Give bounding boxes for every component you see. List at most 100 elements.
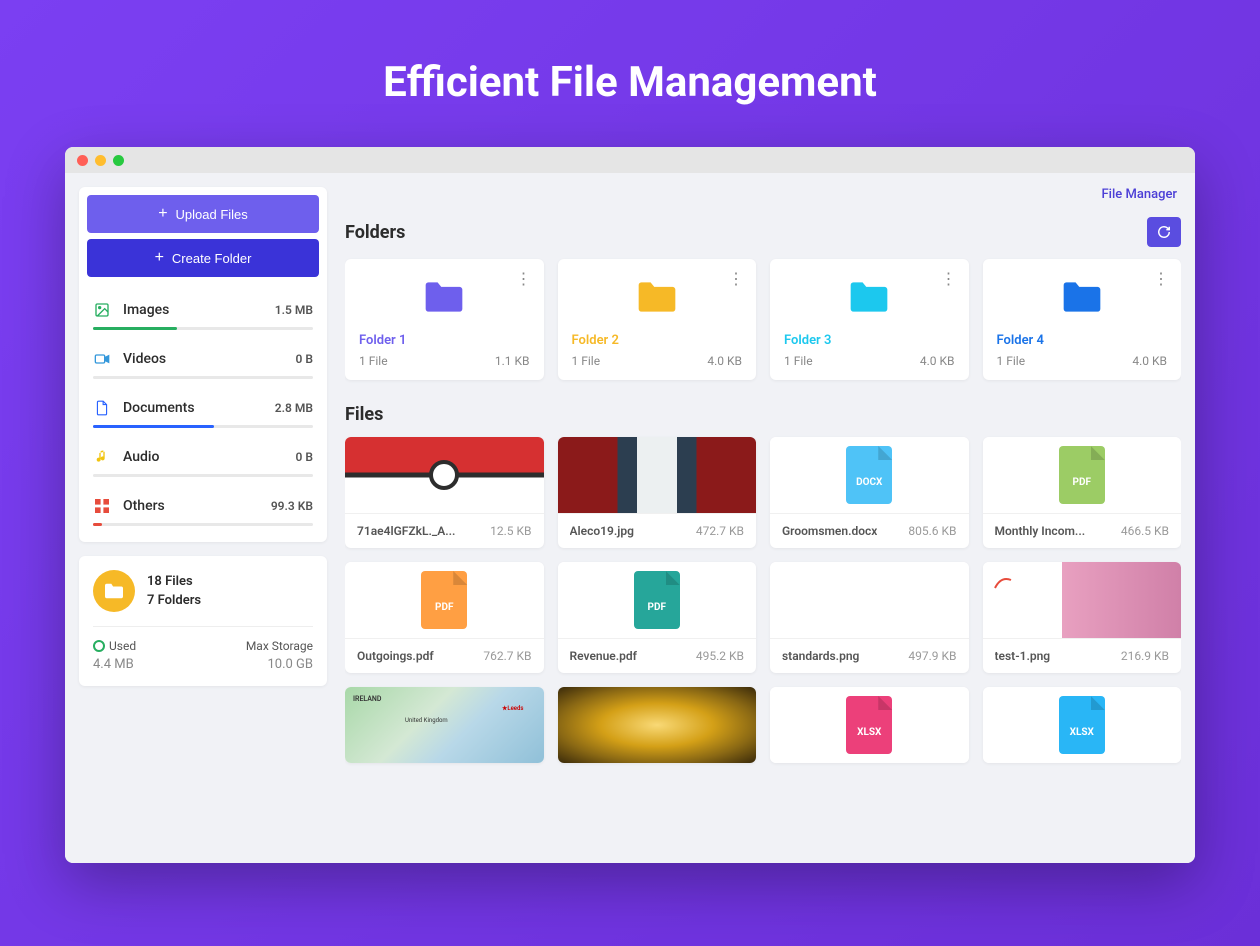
file-card[interactable]: ⋮ standards.png 497.9 KB bbox=[770, 562, 969, 673]
max-value: 10.0 GB bbox=[246, 657, 313, 672]
folders-heading: Folders bbox=[345, 222, 405, 243]
more-icon[interactable]: ⋮ bbox=[726, 269, 746, 289]
category-label: Videos bbox=[123, 351, 284, 367]
category-size: 0 B bbox=[296, 352, 313, 366]
file-size: 497.9 KB bbox=[908, 649, 956, 663]
audio-icon bbox=[93, 448, 111, 466]
file-size: 216.9 KB bbox=[1121, 649, 1169, 663]
category-label: Documents bbox=[123, 400, 263, 416]
folder-card[interactable]: ⋮ Folder 4 1 File 4.0 KB bbox=[983, 259, 1182, 380]
file-card[interactable]: ⋮ bbox=[558, 687, 757, 763]
main-content: Folders ⋮ Folder 1 1 File 1.1 KB ⋮ Folde… bbox=[345, 187, 1181, 849]
file-type-icon: XLSX bbox=[846, 696, 892, 754]
category-label: Others bbox=[123, 498, 259, 514]
image-icon bbox=[93, 301, 111, 319]
video-icon bbox=[93, 350, 111, 368]
category-bar bbox=[93, 523, 313, 526]
file-name: Groomsmen.docx bbox=[782, 524, 877, 538]
folder-card[interactable]: ⋮ Folder 1 1 File 1.1 KB bbox=[345, 259, 544, 380]
upload-files-button[interactable]: + Upload Files bbox=[87, 195, 319, 233]
files-grid: ⋮ 71ae4lGFZkL._A... 12.5 KB ⋮ Aleco19.jp… bbox=[345, 437, 1181, 763]
folder-card[interactable]: ⋮ Folder 3 1 File 4.0 KB bbox=[770, 259, 969, 380]
app-body: File Manager + Upload Files + Create Fol… bbox=[65, 173, 1195, 863]
folder-name: Folder 1 bbox=[359, 333, 530, 348]
category-size: 0 B bbox=[296, 450, 313, 464]
close-dot[interactable] bbox=[77, 155, 88, 166]
folder-icon bbox=[359, 273, 530, 333]
folder-name: Folder 3 bbox=[784, 333, 955, 348]
create-folder-button[interactable]: + Create Folder bbox=[87, 239, 319, 277]
file-name: standards.png bbox=[782, 649, 859, 663]
image-thumbnail bbox=[345, 437, 544, 513]
category-list: Images 1.5 MB Videos 0 B Documents 2.8 M… bbox=[79, 285, 327, 542]
more-icon[interactable]: ⋮ bbox=[514, 269, 534, 289]
folder-files: 1 File bbox=[997, 354, 1026, 368]
category-bar bbox=[93, 425, 313, 428]
file-name: Monthly Incom... bbox=[995, 524, 1086, 538]
category-item[interactable]: Documents 2.8 MB bbox=[79, 387, 327, 436]
more-icon[interactable]: ⋮ bbox=[1151, 269, 1171, 289]
refresh-button[interactable] bbox=[1147, 217, 1181, 247]
total-folders: 7 Folders bbox=[147, 593, 201, 608]
file-name: test-1.png bbox=[995, 649, 1051, 663]
image-thumbnail bbox=[558, 437, 757, 513]
folder-files: 1 File bbox=[784, 354, 813, 368]
grid-icon bbox=[93, 497, 111, 515]
file-card[interactable]: ⋮ PDF Revenue.pdf 495.2 KB bbox=[558, 562, 757, 673]
category-bar bbox=[93, 327, 313, 330]
category-size: 99.3 KB bbox=[271, 499, 313, 513]
file-card[interactable]: ⋮ test-1.png 216.9 KB bbox=[983, 562, 1182, 673]
file-name: Outgoings.pdf bbox=[357, 649, 434, 663]
file-card[interactable]: ⋮ DOCX Groomsmen.docx 805.6 KB bbox=[770, 437, 969, 548]
used-label: Used bbox=[93, 639, 136, 653]
file-size: 12.5 KB bbox=[490, 524, 531, 538]
folder-icon bbox=[572, 273, 743, 333]
folder-name: Folder 2 bbox=[572, 333, 743, 348]
files-heading: Files bbox=[345, 404, 383, 425]
folder-icon bbox=[997, 273, 1168, 333]
category-size: 2.8 MB bbox=[275, 401, 313, 415]
file-name: Revenue.pdf bbox=[570, 649, 637, 663]
folder-size: 4.0 KB bbox=[1132, 354, 1167, 368]
category-item[interactable]: Videos 0 B bbox=[79, 338, 327, 387]
file-card[interactable]: ⋮ XLSX bbox=[770, 687, 969, 763]
plus-icon: + bbox=[155, 249, 164, 267]
folder-summary-icon bbox=[93, 570, 135, 612]
file-size: 762.7 KB bbox=[483, 649, 531, 663]
breadcrumb[interactable]: File Manager bbox=[1101, 187, 1177, 202]
document-icon bbox=[93, 399, 111, 417]
file-type-icon: PDF bbox=[421, 571, 467, 629]
category-item[interactable]: Audio 0 B bbox=[79, 436, 327, 485]
category-item[interactable]: Images 1.5 MB bbox=[79, 289, 327, 338]
folder-card[interactable]: ⋮ Folder 2 1 File 4.0 KB bbox=[558, 259, 757, 380]
category-bar bbox=[93, 376, 313, 379]
max-label: Max Storage bbox=[246, 639, 313, 653]
folder-files: 1 File bbox=[359, 354, 388, 368]
minimize-dot[interactable] bbox=[95, 155, 106, 166]
file-card[interactable]: ⋮ XLSX bbox=[983, 687, 1182, 763]
category-size: 1.5 MB bbox=[275, 303, 313, 317]
file-card[interactable]: ⋮ IRELANDUnited Kingdom★Leeds bbox=[345, 687, 544, 763]
file-card[interactable]: ⋮ PDF Monthly Incom... 466.5 KB bbox=[983, 437, 1182, 548]
folder-icon bbox=[784, 273, 955, 333]
more-icon[interactable]: ⋮ bbox=[939, 269, 959, 289]
folder-size: 4.0 KB bbox=[707, 354, 742, 368]
file-size: 472.7 KB bbox=[696, 524, 744, 538]
file-name: 71ae4lGFZkL._A... bbox=[357, 524, 455, 538]
folder-name: Folder 4 bbox=[997, 333, 1168, 348]
sidebar-actions-card: + Upload Files + Create Folder Images 1.… bbox=[79, 187, 327, 542]
file-size: 495.2 KB bbox=[696, 649, 744, 663]
file-card[interactable]: ⋮ PDF Outgoings.pdf 762.7 KB bbox=[345, 562, 544, 673]
total-files: 18 Files bbox=[147, 574, 201, 589]
category-item[interactable]: Others 99.3 KB bbox=[79, 485, 327, 534]
file-card[interactable]: ⋮ Aleco19.jpg 472.7 KB bbox=[558, 437, 757, 548]
file-size: 805.6 KB bbox=[908, 524, 956, 538]
maximize-dot[interactable] bbox=[113, 155, 124, 166]
sidebar: + Upload Files + Create Folder Images 1.… bbox=[79, 187, 327, 849]
image-thumbnail bbox=[983, 562, 1182, 638]
storage-card: 18 Files 7 Folders Used 4.4 MB Max Stora… bbox=[79, 556, 327, 686]
file-card[interactable]: ⋮ 71ae4lGFZkL._A... 12.5 KB bbox=[345, 437, 544, 548]
file-type-icon: XLSX bbox=[1059, 696, 1105, 754]
file-name: Aleco19.jpg bbox=[570, 524, 634, 538]
hero-title: Efficient File Management bbox=[0, 0, 1260, 147]
